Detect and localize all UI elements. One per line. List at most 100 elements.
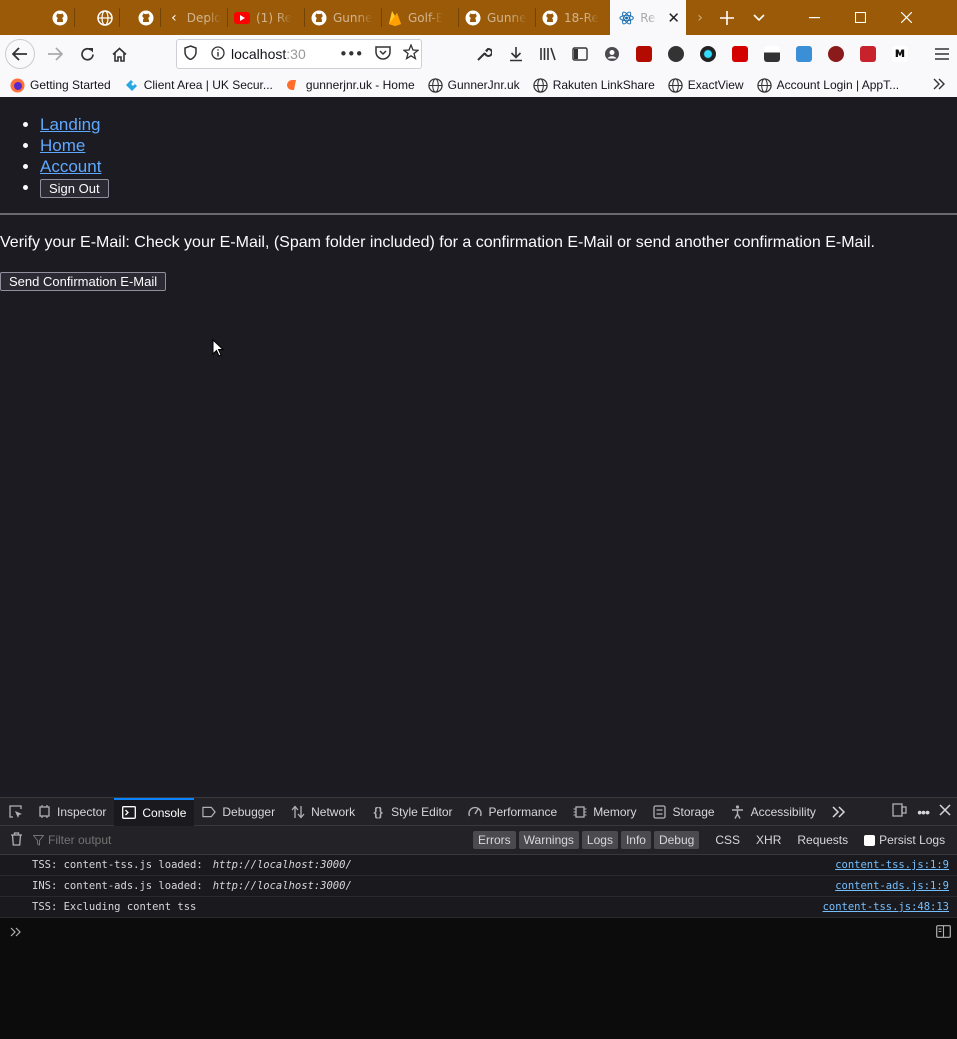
sidebar-icon[interactable] [564, 38, 596, 70]
pinned-tab-github[interactable] [45, 0, 74, 35]
tab-active[interactable]: Re ✕ [610, 0, 686, 35]
maximize-button[interactable] [837, 0, 883, 35]
bookmark-3[interactable]: GunnerJnr.uk [427, 77, 520, 93]
camera-extension-icon[interactable] [788, 38, 820, 70]
tab-debugger[interactable]: Debugger [194, 798, 283, 826]
persist-logs-toggle[interactable]: Persist Logs [864, 833, 945, 847]
bookmark-6[interactable]: Account Login | AppT... [756, 77, 899, 93]
mouse-pointer-icon [212, 338, 225, 362]
url-text[interactable]: localhost:30 [231, 46, 331, 62]
bookmark-5[interactable]: ExactView [668, 77, 744, 93]
tab-5[interactable]: 18-Re [536, 0, 610, 35]
tab-console[interactable]: Console [114, 797, 195, 826]
tracking-protection-shield-icon[interactable] [184, 44, 197, 64]
back-button[interactable] [5, 39, 35, 69]
devtools-options-icon[interactable]: ••• [917, 804, 930, 820]
k-extension-icon[interactable] [820, 38, 852, 70]
reload-button[interactable] [71, 38, 103, 70]
close-window-button[interactable] [883, 0, 929, 35]
account-icon[interactable] [596, 38, 628, 70]
element-picker-button[interactable] [0, 798, 29, 826]
log-source-link[interactable]: content-ads.js:1:9 [835, 880, 949, 892]
nav-item-landing: Landing [40, 114, 109, 135]
url-bar[interactable]: localhost:30 ••• [176, 39, 422, 69]
editor-mode-icon[interactable] [936, 925, 951, 942]
bookmark-1[interactable]: Client Area | UK Secur... [124, 78, 273, 93]
debugger-icon [202, 805, 217, 819]
bookmark-star-icon[interactable] [401, 43, 420, 64]
tab-3[interactable]: Golf-E [382, 0, 458, 35]
close-icon [900, 12, 912, 23]
youtube-icon [234, 11, 250, 24]
filter-warnings-button[interactable]: Warnings [518, 831, 579, 849]
tab-0[interactable]: ‹ Deplo [161, 0, 227, 35]
close-devtools-icon[interactable] [939, 804, 951, 819]
landing-link[interactable]: Landing [40, 115, 101, 134]
home-button[interactable] [103, 38, 135, 70]
close-tab-icon[interactable]: ✕ [667, 9, 680, 27]
send-confirmation-email-button[interactable]: Send Confirmation E-Mail [0, 272, 167, 291]
chevron-down-icon [753, 13, 765, 21]
list-all-tabs-button[interactable] [744, 0, 774, 35]
persist-logs-checkbox[interactable] [864, 834, 876, 846]
request-filters: CSS XHR Requests [707, 833, 856, 847]
pinned-tab-github-2[interactable] [131, 0, 160, 35]
tab-network[interactable]: Network [283, 798, 363, 826]
puzzle-extension-icon[interactable] [852, 38, 884, 70]
tab-style-editor[interactable]: {} Style Editor [363, 798, 460, 826]
filter-output-input[interactable]: Filter output [33, 833, 473, 847]
pocket-icon[interactable] [374, 45, 391, 64]
menu-icon[interactable] [926, 38, 957, 70]
console-input[interactable] [0, 918, 957, 946]
library-icon[interactable] [532, 38, 564, 70]
m-extension-icon[interactable]: ᴍ [884, 38, 916, 70]
dock-side-icon[interactable] [892, 803, 907, 820]
console-message: INS: content-ads.js loaded: http://local… [0, 876, 957, 897]
pdf-extension-icon[interactable] [628, 38, 660, 70]
filter-debug-button[interactable]: Debug [653, 831, 700, 849]
redpen-extension-icon[interactable] [724, 38, 756, 70]
tab-inspector[interactable]: Inspector [29, 798, 114, 826]
minimize-button[interactable] [791, 0, 837, 35]
bookmark-2[interactable]: gunnerjnr.uk - Home [286, 78, 415, 93]
page-content: Landing Home Account Sign Out Verify you… [0, 97, 957, 797]
forward-button[interactable] [39, 38, 71, 70]
tab-memory[interactable]: Memory [565, 798, 644, 826]
performance-icon [468, 805, 483, 819]
tab-performance[interactable]: Performance [460, 798, 565, 826]
home-link[interactable]: Home [40, 136, 85, 155]
tab-accessibility[interactable]: Accessibility [723, 798, 824, 826]
page-actions-icon[interactable]: ••• [339, 45, 364, 63]
clear-console-button[interactable] [10, 831, 23, 849]
site-info-icon[interactable] [211, 45, 225, 64]
filter-xhr-button[interactable]: XHR [748, 833, 789, 847]
tab-4[interactable]: Gunne [459, 0, 535, 35]
filter-css-button[interactable]: CSS [707, 833, 748, 847]
tab-1[interactable]: (1) Re [228, 0, 304, 35]
more-tools-button[interactable] [824, 798, 854, 826]
bookmark-4[interactable]: Rakuten LinkShare [533, 77, 655, 93]
shoe-extension-icon[interactable] [756, 38, 788, 70]
filter-requests-button[interactable]: Requests [789, 833, 856, 847]
devtools-window-controls: ••• [892, 803, 957, 820]
tab-storage[interactable]: Storage [645, 798, 723, 826]
chevron-left-icon[interactable]: ‹ [167, 10, 181, 26]
tab-scroll-right-icon[interactable]: › [690, 0, 710, 35]
new-tab-button[interactable] [710, 0, 744, 35]
color-extension-icon[interactable] [692, 38, 724, 70]
filter-logs-button[interactable]: Logs [581, 831, 618, 849]
account-link[interactable]: Account [40, 157, 101, 176]
ninja-extension-icon[interactable] [660, 38, 692, 70]
sign-out-button[interactable]: Sign Out [40, 179, 109, 198]
bookmarks-overflow-icon[interactable] [933, 78, 945, 93]
style-editor-icon: {} [373, 804, 383, 819]
wrench-icon[interactable] [468, 38, 500, 70]
download-icon[interactable] [500, 38, 532, 70]
log-source-link[interactable]: content-tss.js:1:9 [835, 859, 949, 871]
filter-info-button[interactable]: Info [620, 831, 651, 849]
log-source-link[interactable]: content-tss.js:48:13 [823, 901, 949, 913]
filter-errors-button[interactable]: Errors [473, 831, 516, 849]
tab-2[interactable]: Gunne [305, 0, 381, 35]
pinned-tab-globe[interactable] [90, 0, 119, 35]
bookmark-0[interactable]: Getting Started [10, 78, 111, 93]
